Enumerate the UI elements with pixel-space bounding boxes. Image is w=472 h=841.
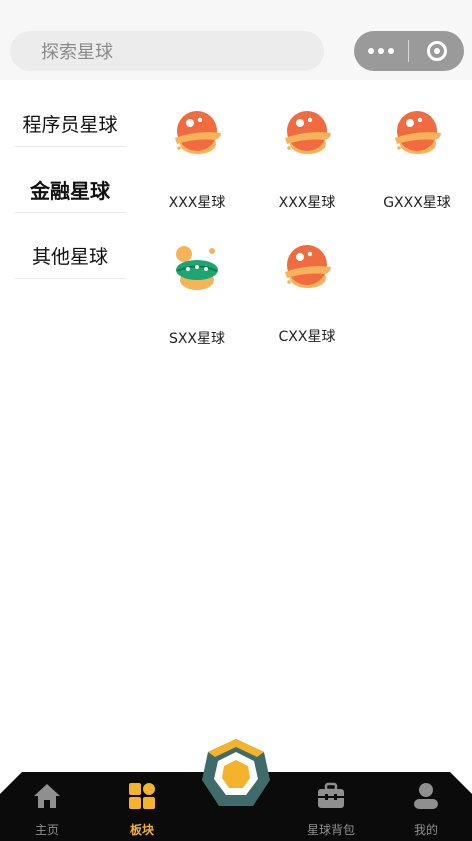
category-sidebar: 程序员星球 金融星球 其他星球: [14, 96, 126, 294]
orange-planet-icon: [175, 111, 221, 154]
tab-label: 我的: [413, 823, 438, 837]
tab-mine[interactable]: 我的: [386, 772, 466, 841]
home-icon: [34, 784, 60, 808]
grid-icon: [129, 783, 155, 809]
tab-planet-backpack[interactable]: 星球背包: [291, 772, 371, 841]
green-planet-icon: [176, 246, 218, 290]
tab-sections[interactable]: 板块: [102, 772, 182, 841]
close-icon[interactable]: [409, 41, 464, 61]
planet-label: SXX星球: [168, 331, 226, 347]
tab-home[interactable]: 主页: [7, 772, 87, 841]
planet-label: XXX星球: [168, 195, 226, 211]
top-bar: 探索星球: [0, 0, 472, 80]
user-icon: [414, 783, 438, 809]
orange-planet-icon: [285, 111, 331, 154]
planet-card[interactable]: XXX星球: [140, 104, 254, 212]
search-input[interactable]: 探索星球: [10, 31, 324, 71]
planet-label: GXXX星球: [383, 195, 451, 211]
tab-label: 星球背包: [306, 823, 355, 837]
orange-planet-icon: [285, 245, 331, 288]
briefcase-icon: [318, 782, 344, 808]
planet-card[interactable]: SXX星球: [140, 240, 254, 348]
sidebar-item-finance[interactable]: 金融星球: [14, 162, 126, 213]
planet-card[interactable]: XXX星球: [250, 104, 364, 212]
planet-hexagon-icon[interactable]: [200, 738, 272, 810]
tab-label: 主页: [34, 823, 59, 837]
planet-card[interactable]: GXXX星球: [360, 104, 472, 212]
sidebar-item-other[interactable]: 其他星球: [14, 228, 126, 279]
planet-label: CXX星球: [278, 329, 336, 345]
search-placeholder: 探索星球: [41, 42, 113, 63]
mini-program-capsule: [354, 31, 464, 71]
planet-card[interactable]: CXX星球: [250, 238, 364, 346]
sidebar-item-programmer[interactable]: 程序员星球: [14, 96, 126, 147]
tab-label: 板块: [129, 823, 154, 837]
planet-label: XXX星球: [278, 195, 336, 211]
orange-planet-icon: [395, 111, 441, 154]
more-icon[interactable]: [354, 48, 408, 54]
